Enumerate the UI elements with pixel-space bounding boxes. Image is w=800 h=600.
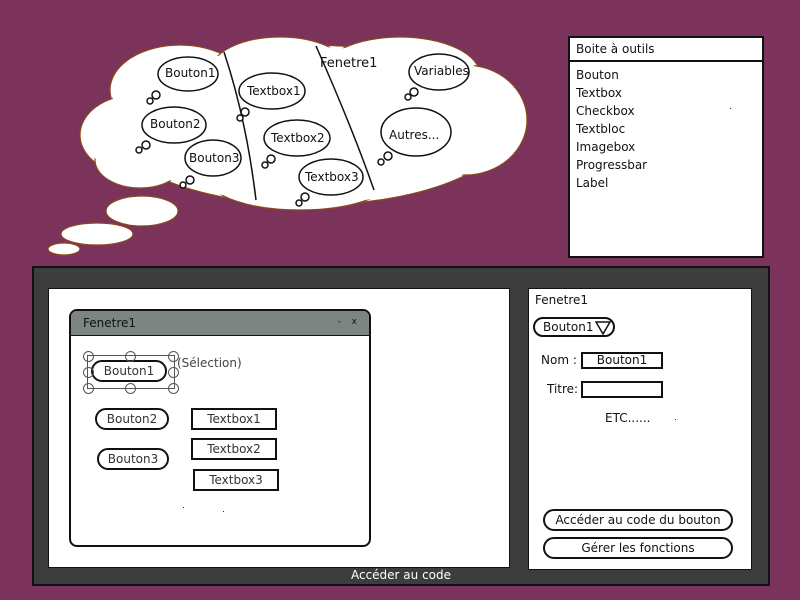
designer-button-3[interactable]: Bouton3	[97, 448, 169, 470]
designer-textbox-3[interactable]: Textbox3	[193, 469, 279, 491]
designer-window[interactable]: Fenetre1 - x Bouton1 (Sélection) Bouton2…	[69, 309, 371, 547]
stray-dot	[183, 507, 184, 508]
selection-label: (Sélection)	[177, 356, 242, 370]
resize-handle-bl[interactable]	[83, 383, 94, 394]
design-canvas[interactable]: Fenetre1 - x Bouton1 (Sélection) Bouton2…	[48, 288, 510, 568]
etc-text: ETC......	[605, 411, 651, 425]
designer-window-titlebar[interactable]: Fenetre1 - x	[71, 311, 369, 336]
properties-panel: Fenetre1 Bouton1 Nom : Bouton1 Titre: ET…	[528, 288, 752, 570]
designer-window-title: Fenetre1	[83, 316, 137, 330]
title-field[interactable]	[581, 381, 663, 398]
name-label: Nom :	[541, 353, 577, 367]
toolbox-title: Boite à outils	[570, 38, 762, 62]
access-button-code-button[interactable]: Accéder au code du bouton	[543, 509, 733, 531]
toolbox-item-imagebox[interactable]: Imagebox	[576, 138, 762, 156]
toolbox-item-checkbox[interactable]: Checkbox	[576, 102, 762, 120]
dropdown-triangle-icon	[595, 321, 611, 335]
designer-button-2[interactable]: Bouton2	[95, 408, 169, 430]
control-selector[interactable]: Bouton1	[533, 317, 615, 337]
resize-handle-t[interactable]	[125, 351, 136, 362]
cloud-textbox-2: Textbox2	[271, 131, 325, 145]
manage-functions-button[interactable]: Gérer les fonctions	[543, 537, 733, 559]
title-label: Titre:	[547, 382, 579, 396]
toolbox-item-bouton[interactable]: Bouton	[576, 66, 762, 84]
cloud-textbox-1: Textbox1	[247, 84, 301, 98]
name-field[interactable]: Bouton1	[581, 352, 663, 369]
cloud-button-3: Bouton3	[189, 151, 240, 165]
toolbox-item-textbox[interactable]: Textbox	[576, 84, 762, 102]
toolbox-item-label[interactable]: Label	[576, 174, 762, 192]
designer-textbox-1[interactable]: Textbox1	[191, 408, 277, 430]
access-code-link[interactable]: Accéder au code	[34, 566, 768, 584]
resize-handle-b[interactable]	[125, 383, 136, 394]
cloud-button-2: Bouton2	[150, 117, 201, 131]
toolbox-list: Bouton Textbox Checkbox Textbloc Imagebo…	[570, 62, 762, 192]
toolbox-panel: Boite à outils Bouton Textbox Checkbox T…	[568, 36, 764, 258]
designer-button-1[interactable]: Bouton1	[91, 360, 167, 382]
resize-handle-br[interactable]	[168, 383, 179, 394]
toolbox-item-progressbar[interactable]: Progressbar	[576, 156, 762, 174]
resize-handle-tl[interactable]	[83, 351, 94, 362]
cloud-variables: Variables	[414, 64, 469, 78]
editor-panel: Fenetre1 - x Bouton1 (Sélection) Bouton2…	[32, 266, 770, 586]
cloud-title: Fenetre1	[320, 56, 378, 71]
properties-title: Fenetre1	[535, 293, 589, 307]
cloud-button-1: Bouton1	[165, 66, 216, 80]
cloud-textbox-3: Textbox3	[305, 170, 359, 184]
stray-dot	[730, 108, 731, 109]
cloud-others: Autres...	[389, 128, 440, 142]
resize-handle-l[interactable]	[83, 367, 94, 378]
toolbox-item-textbloc[interactable]: Textbloc	[576, 120, 762, 138]
stray-dot	[223, 511, 224, 512]
designer-textbox-2[interactable]: Textbox2	[191, 438, 277, 460]
control-selector-value: Bouton1	[543, 320, 594, 334]
window-controls[interactable]: - x	[338, 317, 361, 327]
stray-dot	[675, 419, 676, 420]
